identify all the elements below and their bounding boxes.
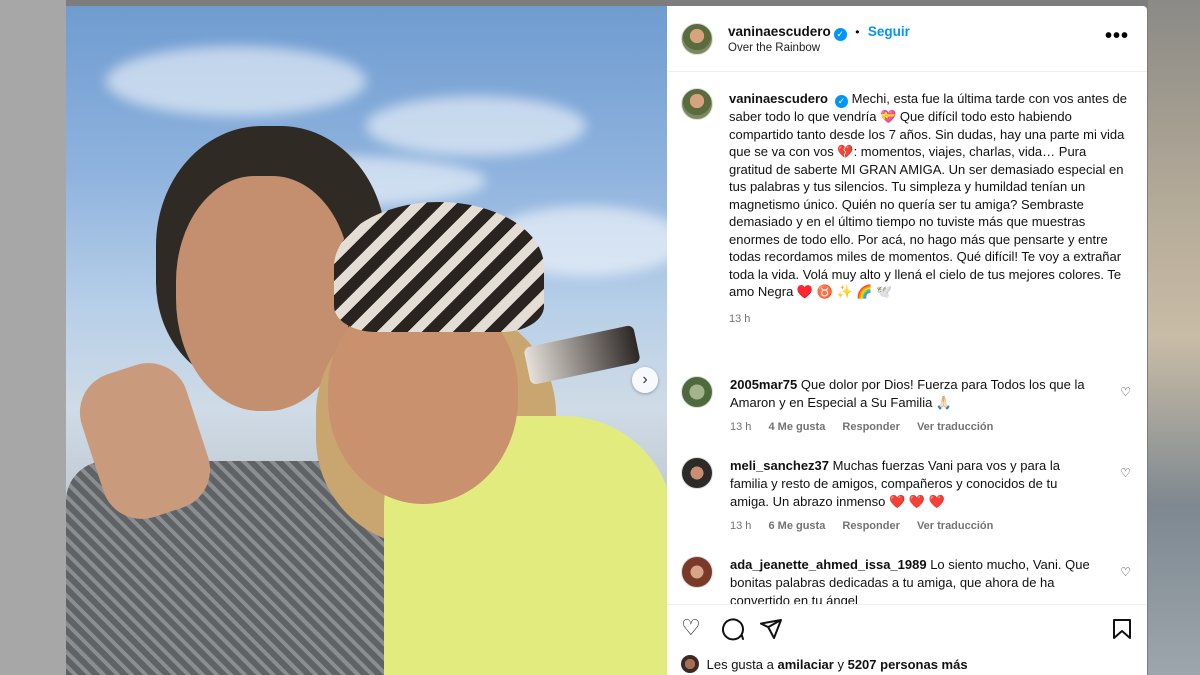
caption-username[interactable]: vaninaescudero (729, 91, 828, 106)
post-photo[interactable]: › (66, 6, 667, 675)
comment-likes[interactable]: 4 Me gusta (768, 421, 825, 433)
author-line: vaninaescudero ✓ • Seguir (728, 23, 910, 41)
commenter-avatar[interactable] (681, 376, 713, 408)
commenter-username[interactable]: ada_jeanette_ahmed_issa_1989 (730, 557, 927, 572)
verified-icon: ✓ (835, 95, 848, 108)
author-avatar[interactable] (681, 23, 713, 55)
comment-icon-svg (722, 618, 744, 641)
bookmark-icon[interactable] (1111, 617, 1133, 645)
comment-likes[interactable]: 6 Me gusta (768, 520, 825, 532)
cloud (106, 46, 366, 116)
heart-icon[interactable]: ♡ (1120, 385, 1131, 399)
comment-meta: 13 h 4 Me gusta Responder Ver traducción (730, 421, 1007, 433)
likes-summary[interactable]: Les gusta a amilaciar y 5207 personas má… (681, 655, 968, 673)
comment-text-block: ada_jeanette_ahmed_issa_1989 Lo siento m… (730, 556, 1090, 604)
cloud (366, 96, 586, 156)
likes-prefix: Les gusta a (706, 657, 774, 672)
comment-item: 2005mar75 Que dolor por Dios! Fuerza par… (681, 376, 1131, 456)
comment-icon[interactable] (721, 617, 745, 645)
post-caption: vaninaescudero ✓ Mechi, esta fue la últim… (729, 90, 1131, 328)
translate-button[interactable]: Ver traducción (917, 520, 993, 532)
share-icon-svg (760, 619, 782, 639)
comment-text-block: meli_sanchez37 Muchas fuerzas Vani para … (730, 457, 1090, 511)
person-right-scarf (334, 202, 544, 332)
caption-time: 13 h (729, 312, 751, 325)
caption-text: Mechi, esta fue la última tarde con vos … (729, 91, 1127, 299)
action-bar: ♡ Les gusta a amilaciar y 5207 personas … (667, 604, 1147, 675)
post-panel: vaninaescudero ✓ • Seguir Over the Rainbo… (667, 6, 1147, 675)
post-header: vaninaescudero ✓ • Seguir Over the Rainbo… (667, 6, 1147, 72)
chevron-right-icon: › (642, 371, 648, 388)
translate-button[interactable]: Ver traducción (917, 421, 993, 433)
comment-item: meli_sanchez37 Muchas fuerzas Vani para … (681, 457, 1131, 547)
liker-username[interactable]: amilaciar (777, 657, 833, 672)
commenter-username[interactable]: meli_sanchez37 (730, 458, 829, 473)
comment-time: 13 h (730, 520, 752, 532)
post-location[interactable]: Over the Rainbow (728, 42, 820, 54)
reply-button[interactable]: Responder (842, 520, 899, 532)
next-photo-button[interactable]: › (632, 367, 658, 393)
dot-separator: • (855, 25, 860, 39)
liker-avatar (681, 655, 699, 673)
more-options-icon[interactable]: ••• (1105, 26, 1129, 46)
comment-item: ada_jeanette_ahmed_issa_1989 Lo siento m… (681, 556, 1131, 604)
commenter-avatar[interactable] (681, 556, 713, 588)
commenter-avatar[interactable] (681, 457, 713, 489)
bookmark-icon-svg (1113, 619, 1131, 639)
backdrop-right (1148, 0, 1200, 675)
heart-icon[interactable]: ♡ (681, 617, 701, 639)
author-username[interactable]: vaninaescudero (728, 24, 831, 39)
scarf-tail (523, 324, 641, 386)
caption-avatar[interactable] (681, 88, 713, 120)
likes-joiner: y (837, 657, 844, 672)
heart-icon[interactable]: ♡ (1120, 466, 1131, 480)
follow-button[interactable]: Seguir (868, 24, 910, 39)
heart-icon[interactable]: ♡ (1120, 565, 1131, 579)
backdrop-left (0, 0, 66, 675)
comment-text-block: 2005mar75 Que dolor por Dios! Fuerza par… (730, 376, 1090, 412)
commenter-username[interactable]: 2005mar75 (730, 377, 797, 392)
comment-time: 13 h (730, 421, 752, 433)
likes-count[interactable]: 5207 personas más (848, 657, 968, 672)
reply-button[interactable]: Responder (842, 421, 899, 433)
share-icon[interactable] (759, 617, 783, 645)
comment-meta: 13 h 6 Me gusta Responder Ver traducción (730, 520, 1007, 532)
verified-icon: ✓ (833, 28, 847, 41)
